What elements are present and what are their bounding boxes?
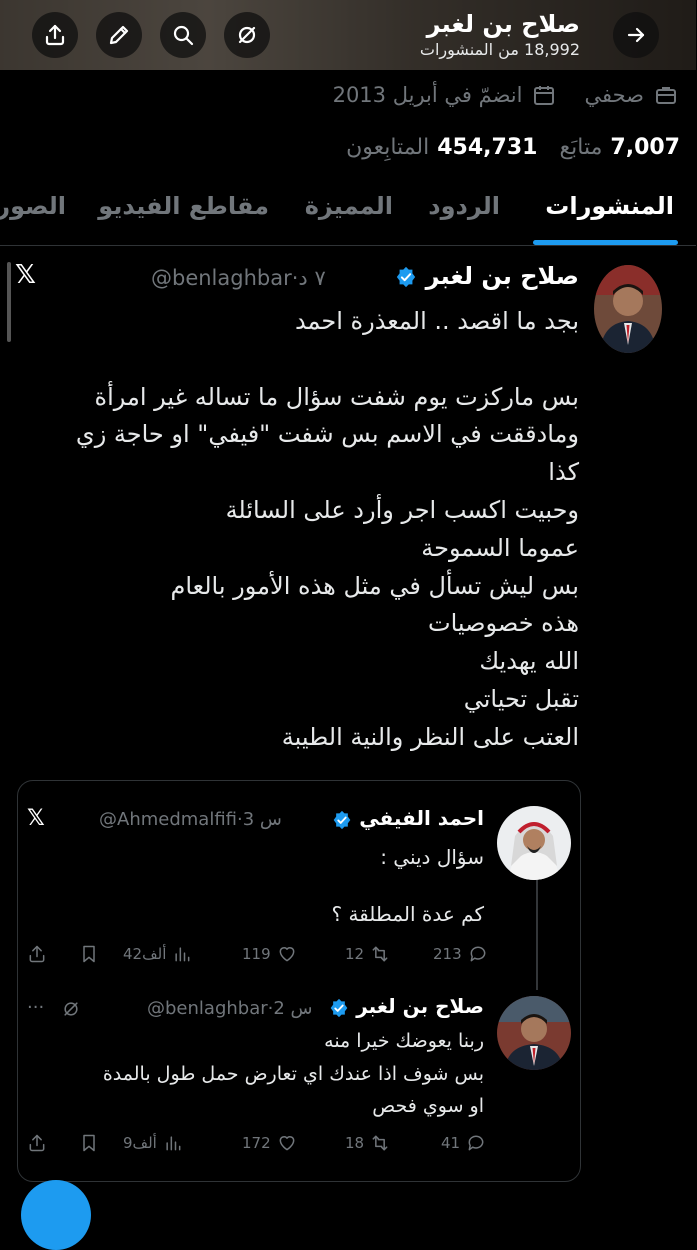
share-icon <box>30 1134 46 1152</box>
verified-badge-icon <box>331 998 349 1017</box>
bookmark-icon <box>84 1134 96 1152</box>
reply-text-line-3: او سوي فحص <box>373 1095 485 1117</box>
reply-views[interactable]: 9ألف <box>124 1133 184 1153</box>
edit-icon <box>110 25 130 45</box>
tweet-author-avatar[interactable] <box>595 265 663 353</box>
followers-label[interactable]: المتابِعون <box>347 135 430 160</box>
quoted-views[interactable]: 42ألف <box>124 944 193 964</box>
views-bar-icon <box>167 1136 182 1151</box>
avatar-image <box>498 806 572 880</box>
heart-icon <box>280 947 296 962</box>
avatar-image <box>498 996 572 1070</box>
avatar-image <box>595 265 663 353</box>
following-label[interactable]: متابَع <box>560 135 603 160</box>
likes-count: 119 <box>243 945 272 963</box>
briefcase-icon <box>657 87 677 104</box>
quoted-repost-button[interactable]: 12 <box>346 944 391 964</box>
quoted-author-name-text: احمد الفيفي <box>360 806 485 830</box>
mute-off-icon <box>239 26 257 44</box>
share-button[interactable] <box>33 12 79 58</box>
profile-join-date: انضمّ في أبريل 2013 <box>333 83 524 107</box>
search-icon <box>174 25 195 46</box>
tweet-author-name[interactable]: صلاح بن لغبر <box>396 262 580 290</box>
verified-badge-icon <box>398 266 417 288</box>
repost-icon <box>373 1135 389 1151</box>
reply-author-avatar[interactable] <box>498 996 572 1070</box>
reply-share-button[interactable] <box>28 1133 48 1153</box>
mute-off-icon <box>65 1002 79 1016</box>
profile-category: صحفي <box>585 83 645 107</box>
likes-count: 172 <box>243 1134 272 1152</box>
tab-posts[interactable]: المنشورات <box>546 192 675 220</box>
reply-bookmark-button[interactable] <box>80 1133 100 1153</box>
share-icon <box>30 945 46 963</box>
quoted-reply-button[interactable]: 213 <box>434 944 489 964</box>
thread-connector-line <box>537 880 539 990</box>
active-tab-indicator <box>534 240 679 245</box>
reply-reply-button[interactable]: 41 <box>442 1133 487 1153</box>
header-posts-count: 18,992 من المنشورات <box>420 40 581 59</box>
repost-icon <box>373 946 389 962</box>
reposts-count: 12 <box>346 945 366 963</box>
reply-author-name-text: صلاح بن لغبر <box>357 994 485 1018</box>
views-bar-icon <box>176 947 191 962</box>
reply-text-line-1: ربنا يعوضك خيرا منه <box>325 1030 485 1052</box>
views-count: 42ألف <box>124 945 168 963</box>
quoted-handle-time: @Ahmedmalfifi·3 س <box>100 809 283 830</box>
arrow-right-icon <box>628 27 646 43</box>
edit-button[interactable] <box>97 12 143 58</box>
profile-header-banner: صلاح بن لغبر 18,992 من المنشورات <box>0 0 697 70</box>
reply-handle-time: @benlaghbar·2 س <box>148 998 314 1019</box>
quoted-text-line-1: سؤال ديني : <box>381 845 485 869</box>
reply-bubble-icon <box>471 946 487 962</box>
profile-meta-row: صحفي انضمّ في أبريل 2013 <box>334 78 679 112</box>
x-logo-icon: 𝕏 <box>28 806 46 831</box>
x-logo-icon: 𝕏 <box>16 260 37 290</box>
tweet-author-name-text: صلاح بن لغبر <box>426 262 580 290</box>
heart-icon <box>280 1136 296 1151</box>
quoted-author-avatar[interactable] <box>498 806 572 880</box>
reply-like-button[interactable]: 172 <box>243 1133 298 1153</box>
more-options-button[interactable] <box>225 12 271 58</box>
replies-count: 41 <box>442 1134 462 1152</box>
reply-more-icon[interactable]: ··· <box>28 997 45 1018</box>
following-count[interactable]: 7,007 <box>611 135 681 160</box>
verified-badge-icon <box>334 810 352 829</box>
tab-photos[interactable]: الصور <box>0 192 67 220</box>
tab-videos[interactable]: مقاطع الفيديو <box>99 192 270 220</box>
reply-bubble-icon <box>469 1135 485 1151</box>
quoted-bookmark-button[interactable] <box>80 944 100 964</box>
replies-count: 213 <box>434 945 463 963</box>
quoted-share-button[interactable] <box>28 944 48 964</box>
tab-highlights[interactable]: المميزة <box>306 192 394 220</box>
quoted-author-name[interactable]: احمد الفيفي <box>333 806 485 830</box>
tweet-handle-time: @benlaghbar·٧ د <box>152 266 327 290</box>
share-icon <box>46 24 66 46</box>
back-button[interactable] <box>614 12 660 58</box>
reply-unmute-button[interactable] <box>62 999 82 1019</box>
header-profile-name: صلاح بن لغبر <box>427 10 581 38</box>
bookmark-icon <box>84 945 96 963</box>
reply-author-name[interactable]: صلاح بن لغبر <box>330 994 485 1018</box>
compose-fab-button[interactable] <box>22 1180 92 1250</box>
followers-count[interactable]: 454,731 <box>438 135 538 160</box>
tab-replies[interactable]: الردود <box>429 192 501 220</box>
profile-tabs: المنشورات الردود المميزة مقاطع الفيديو ا… <box>0 186 697 246</box>
reply-repost-button[interactable]: 18 <box>346 1133 391 1153</box>
search-button[interactable] <box>161 12 207 58</box>
views-count: 9ألف <box>124 1134 158 1152</box>
quoted-like-button[interactable]: 119 <box>243 944 298 964</box>
quoted-text-line-2: كم عدة المطلقة ؟ <box>332 902 485 926</box>
follow-stats: 7,007 متابَع 454,731 المتابِعون <box>347 130 681 164</box>
calendar-icon <box>535 86 556 105</box>
tweet-text: بجد ما اقصد .. المعذرة احمد بس ماركزت يو… <box>76 307 580 751</box>
reposts-count: 18 <box>346 1134 366 1152</box>
reply-text-line-2: بس شوف اذا عندك اي تعارض حمل طول بالمدة <box>103 1063 485 1085</box>
